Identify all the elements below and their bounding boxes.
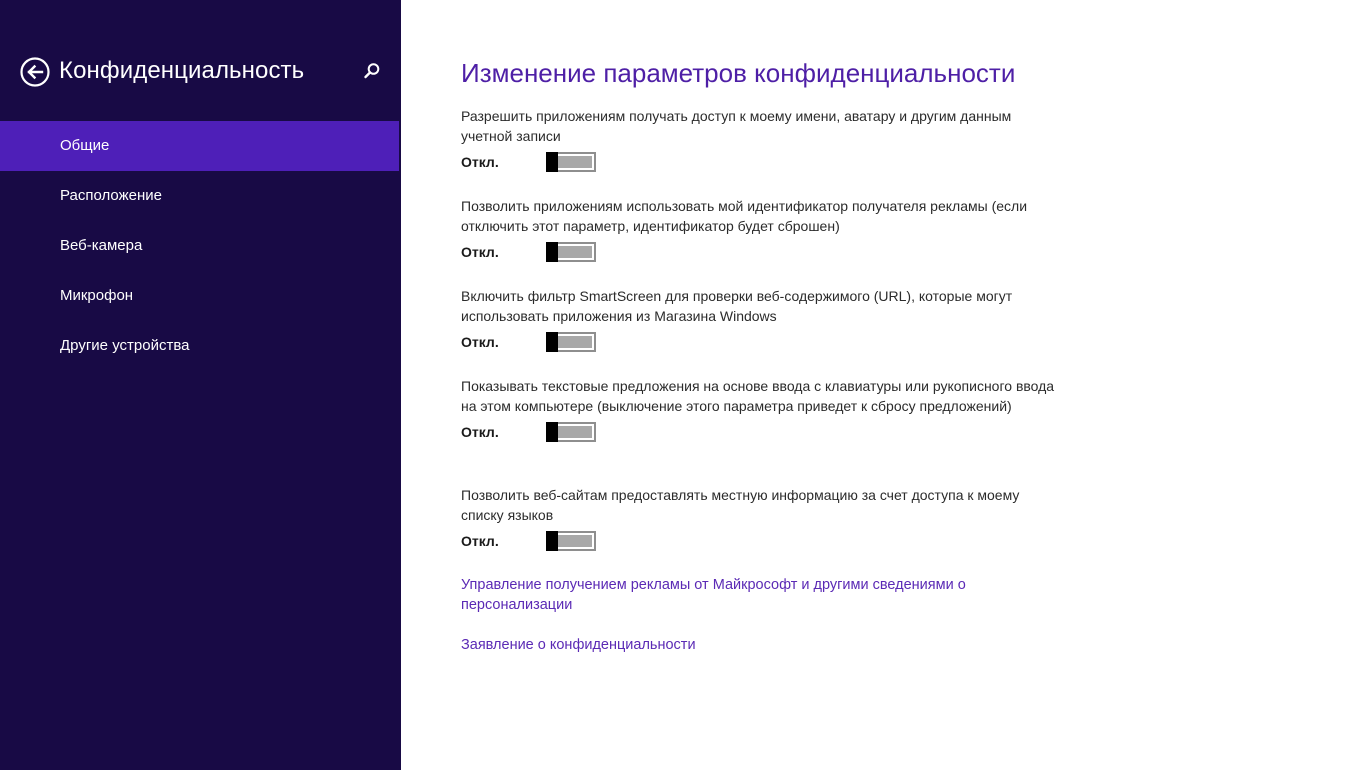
nav-item-location[interactable]: Расположение xyxy=(0,171,399,221)
advertising-id-toggle[interactable] xyxy=(546,242,596,262)
toggle-thumb xyxy=(546,332,558,352)
toggle-state-label: Откл. xyxy=(461,334,499,350)
setting-description: Разрешить приложениям получать доступ к … xyxy=(461,108,1012,144)
toggle-thumb xyxy=(546,152,558,172)
account-info-toggle[interactable] xyxy=(546,152,596,172)
toggle-thumb xyxy=(546,531,558,551)
toggle-row: Откл. xyxy=(461,331,1061,355)
nav-item-microphone[interactable]: Микрофон xyxy=(0,271,399,321)
nav-item-other-devices[interactable]: Другие устройства xyxy=(0,321,399,371)
language-list-toggle[interactable] xyxy=(546,531,596,551)
nav-item-webcam[interactable]: Веб-камера xyxy=(0,221,399,271)
pc-settings-window: Конфиденциальность Общие Расположение Ве… xyxy=(0,0,1368,770)
nav-item-label: Расположение xyxy=(60,187,162,204)
back-arrow-circle-icon xyxy=(20,57,50,87)
setting-text-suggestions: Показывать текстовые предложения на осно… xyxy=(461,377,1061,445)
nav-title: Конфиденциальность xyxy=(59,57,305,84)
setting-description: Включить фильтр SmartScreen для проверки… xyxy=(461,288,1013,324)
nav-item-general[interactable]: Общие xyxy=(0,121,399,171)
setting-description: Позволить веб-сайтам предоставлять местн… xyxy=(461,487,1020,523)
toggle-row: Откл. xyxy=(461,421,1061,445)
nav-item-label: Микрофон xyxy=(60,287,134,304)
privacy-statement-link[interactable]: Заявление о конфиденциальности xyxy=(461,636,1001,656)
manage-advertising-link[interactable]: Управление получением рекламы от Майкрос… xyxy=(461,576,1001,615)
toggle-row: Откл. xyxy=(461,241,1061,265)
setting-advertising-id: Позволить приложениям использовать мой и… xyxy=(461,197,1061,265)
settings-content: Изменение параметров конфиденциальности … xyxy=(461,0,1161,770)
toggle-row: Откл. xyxy=(461,151,1061,175)
setting-account-info: Разрешить приложениям получать доступ к … xyxy=(461,107,1061,175)
toggle-state-label: Откл. xyxy=(461,244,499,260)
smartscreen-toggle[interactable] xyxy=(546,332,596,352)
setting-smartscreen: Включить фильтр SmartScreen для проверки… xyxy=(461,287,1061,355)
page-title: Изменение параметров конфиденциальности xyxy=(461,58,1016,88)
setting-language-list: Позволить веб-сайтам предоставлять местн… xyxy=(461,486,1061,554)
search-button[interactable] xyxy=(362,61,382,81)
nav-item-label: Другие устройства xyxy=(60,337,190,354)
setting-description: Позволить приложениям использовать мой и… xyxy=(461,198,1028,234)
toggle-thumb xyxy=(546,242,558,262)
toggle-row: Откл. xyxy=(461,530,1061,554)
nav-header: Конфиденциальность xyxy=(0,48,401,96)
navigation-pane: Конфиденциальность Общие Расположение Ве… xyxy=(0,0,401,770)
toggle-thumb xyxy=(546,422,558,442)
nav-item-label: Общие xyxy=(60,137,110,154)
toggle-state-label: Откл. xyxy=(461,154,499,170)
search-icon xyxy=(364,63,380,79)
back-button[interactable] xyxy=(20,57,50,87)
toggle-state-label: Откл. xyxy=(461,424,499,440)
text-suggestions-toggle[interactable] xyxy=(546,422,596,442)
setting-description: Показывать текстовые предложения на осно… xyxy=(461,378,1055,414)
nav-item-label: Веб-камера xyxy=(60,237,143,254)
nav-list: Общие Расположение Веб-камера Микрофон Д… xyxy=(0,121,401,371)
toggle-state-label: Откл. xyxy=(461,533,499,549)
